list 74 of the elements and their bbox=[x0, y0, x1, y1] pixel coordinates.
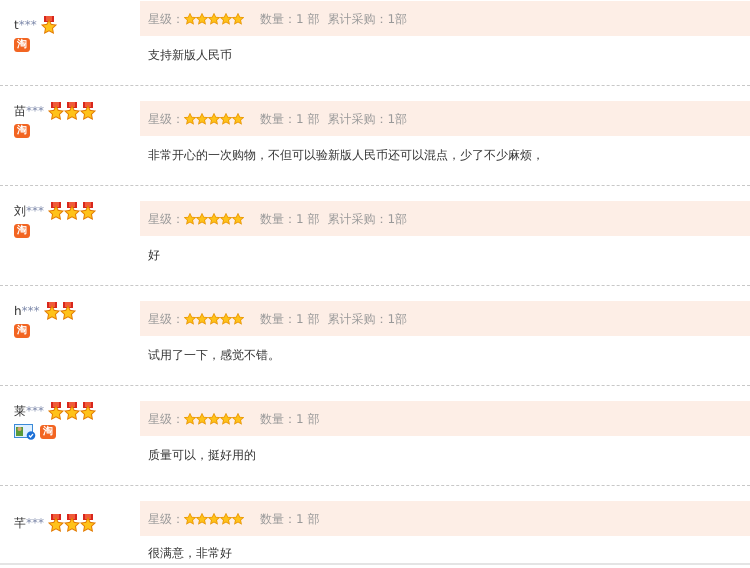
id-card-icon bbox=[14, 424, 36, 440]
star-icon bbox=[220, 512, 232, 524]
total-purchase-text: 累计采购：1部 bbox=[327, 10, 408, 28]
medal-icon bbox=[64, 514, 80, 532]
star-icon bbox=[232, 112, 244, 124]
star-icon bbox=[232, 12, 244, 24]
medal-icon bbox=[80, 514, 96, 532]
rating-label: 星级： bbox=[148, 310, 184, 328]
rating-label: 星级： bbox=[148, 210, 184, 228]
star-icon bbox=[184, 312, 196, 324]
total-purchase-text: 累计采购：1部 bbox=[327, 110, 408, 128]
star-icon bbox=[232, 512, 244, 524]
medal-icon bbox=[40, 16, 57, 34]
medal-icon bbox=[64, 402, 80, 420]
medal-icon bbox=[48, 202, 64, 220]
rating-label: 星级： bbox=[148, 110, 184, 128]
username[interactable]: 莱*** bbox=[14, 403, 44, 419]
review-comment: 质量可以，挺好用的 bbox=[148, 448, 256, 462]
star-icon bbox=[196, 212, 208, 224]
medal-icon bbox=[48, 514, 64, 532]
medal-icon bbox=[64, 202, 80, 220]
star-icon bbox=[184, 512, 196, 524]
review-comment: 试用了一下，感觉不错。 bbox=[148, 348, 280, 362]
medal-icon bbox=[48, 102, 64, 120]
star-icon bbox=[196, 412, 208, 424]
star-icon bbox=[220, 212, 232, 224]
username[interactable]: 刘*** bbox=[14, 203, 44, 219]
quantity-text: 数量：1 部 bbox=[260, 410, 320, 428]
star-icon bbox=[220, 312, 232, 324]
star-icon bbox=[232, 212, 244, 224]
star-icon bbox=[196, 512, 208, 524]
star-icon bbox=[196, 12, 208, 24]
username[interactable]: t*** bbox=[14, 17, 37, 33]
quantity-text: 数量：1 部 bbox=[260, 210, 320, 228]
quantity-text: 数量：1 部 bbox=[260, 10, 320, 28]
star-icon bbox=[196, 112, 208, 124]
star-icon bbox=[208, 512, 220, 524]
star-icon bbox=[220, 112, 232, 124]
rating-label: 星级： bbox=[148, 410, 184, 428]
rating-label: 星级： bbox=[148, 510, 184, 528]
medal-icon bbox=[64, 102, 80, 120]
star-icon bbox=[184, 212, 196, 224]
review-comment: 非常开心的一次购物，不但可以验新版人民币还可以混点，少了不少麻烦， bbox=[148, 148, 544, 162]
rating-label: 星级： bbox=[148, 10, 184, 28]
star-icon bbox=[184, 12, 196, 24]
medal-icon bbox=[44, 302, 60, 320]
star-icon bbox=[220, 412, 232, 424]
quantity-text: 数量：1 部 bbox=[260, 310, 320, 328]
quantity-text: 数量：1 部 bbox=[260, 110, 320, 128]
star-icon bbox=[208, 12, 220, 24]
review-comment: 很满意，非常好 bbox=[148, 546, 232, 560]
star-icon bbox=[208, 312, 220, 324]
review-comment: 好 bbox=[148, 248, 160, 262]
medal-icon bbox=[60, 302, 76, 320]
star-icon bbox=[208, 212, 220, 224]
star-icon bbox=[232, 412, 244, 424]
star-icon bbox=[196, 312, 208, 324]
username[interactable]: 苗*** bbox=[14, 103, 44, 119]
star-icon bbox=[184, 112, 196, 124]
username[interactable]: 芊*** bbox=[14, 515, 44, 531]
total-purchase-text: 累计采购：1部 bbox=[327, 210, 408, 228]
medal-icon bbox=[80, 402, 96, 420]
total-purchase-text: 累计采购：1部 bbox=[327, 310, 408, 328]
medal-icon bbox=[80, 202, 96, 220]
star-icon bbox=[208, 112, 220, 124]
star-icon bbox=[232, 312, 244, 324]
username[interactable]: h*** bbox=[14, 303, 40, 319]
medal-icon bbox=[80, 102, 96, 120]
star-icon bbox=[208, 412, 220, 424]
star-icon bbox=[220, 12, 232, 24]
star-icon bbox=[184, 412, 196, 424]
review-comment: 支持新版人民币 bbox=[148, 48, 232, 62]
medal-icon bbox=[48, 402, 64, 420]
quantity-text: 数量：1 部 bbox=[260, 510, 320, 528]
